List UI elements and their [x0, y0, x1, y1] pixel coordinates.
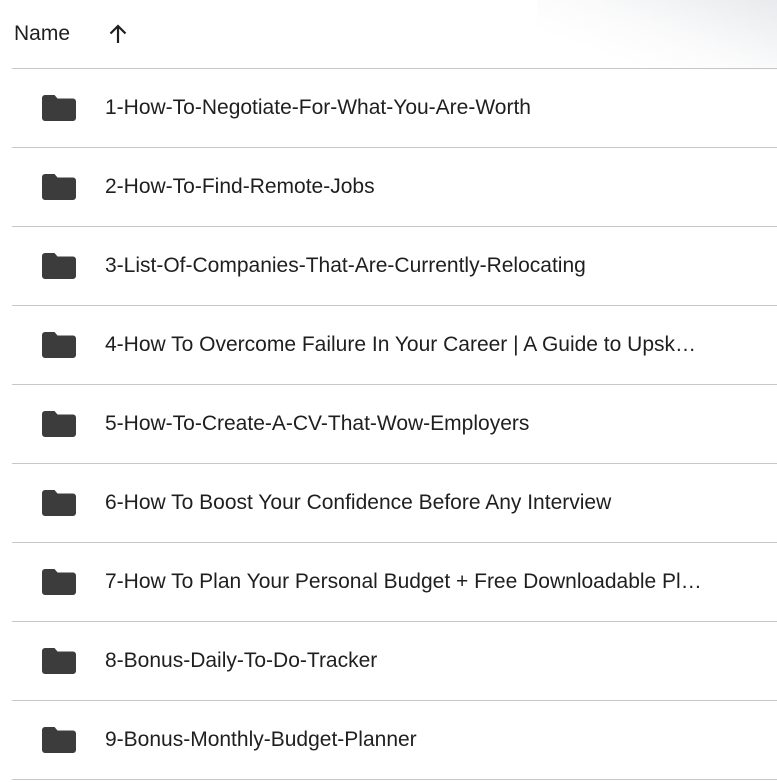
folder-icon — [42, 648, 76, 674]
folder-row[interactable]: 3-List-Of-Companies-That-Are-Currently-R… — [12, 227, 777, 306]
folder-list: 1-How-To-Negotiate-For-What-You-Are-Wort… — [12, 69, 777, 780]
folder-name: 4-How To Overcome Failure In Your Career… — [105, 333, 697, 356]
folder-row[interactable]: 6-How To Boost Your Confidence Before An… — [12, 464, 777, 543]
folder-name: 1-How-To-Negotiate-For-What-You-Are-Wort… — [105, 96, 531, 119]
folder-name: 7-How To Plan Your Personal Budget + Fre… — [105, 570, 702, 593]
folder-row[interactable]: 5-How-To-Create-A-CV-That-Wow-Employers — [12, 385, 777, 464]
folder-icon — [42, 253, 76, 279]
folder-icon — [42, 411, 76, 437]
folder-row[interactable]: 4-How To Overcome Failure In Your Career… — [12, 306, 777, 385]
folder-name: 9-Bonus-Monthly-Budget-Planner — [105, 728, 417, 751]
folder-row[interactable]: 7-How To Plan Your Personal Budget + Fre… — [12, 543, 777, 622]
folder-row[interactable]: 9-Bonus-Monthly-Budget-Planner — [12, 701, 777, 780]
folder-row[interactable]: 8-Bonus-Daily-To-Do-Tracker — [12, 622, 777, 701]
folder-icon — [42, 727, 76, 753]
arrow-up-icon[interactable] — [108, 23, 128, 45]
folder-name: 6-How To Boost Your Confidence Before An… — [105, 491, 612, 514]
folder-name: 3-List-Of-Companies-That-Are-Currently-R… — [105, 254, 586, 277]
folder-name: 8-Bonus-Daily-To-Do-Tracker — [105, 649, 378, 672]
folder-icon — [42, 490, 76, 516]
folder-name: 5-How-To-Create-A-CV-That-Wow-Employers — [105, 412, 530, 435]
folder-row[interactable]: 1-How-To-Negotiate-For-What-You-Are-Wort… — [12, 69, 777, 148]
folder-icon — [42, 95, 76, 121]
list-header: Name — [12, 0, 777, 69]
file-list-page: Name 1-How-To-Negotiate-For-What-You-Are… — [0, 0, 777, 782]
name-column-header[interactable]: Name — [14, 22, 70, 46]
folder-row[interactable]: 2-How-To-Find-Remote-Jobs — [12, 148, 777, 227]
folder-icon — [42, 332, 76, 358]
folder-icon — [42, 174, 76, 200]
folder-icon — [42, 569, 76, 595]
folder-name: 2-How-To-Find-Remote-Jobs — [105, 175, 375, 198]
